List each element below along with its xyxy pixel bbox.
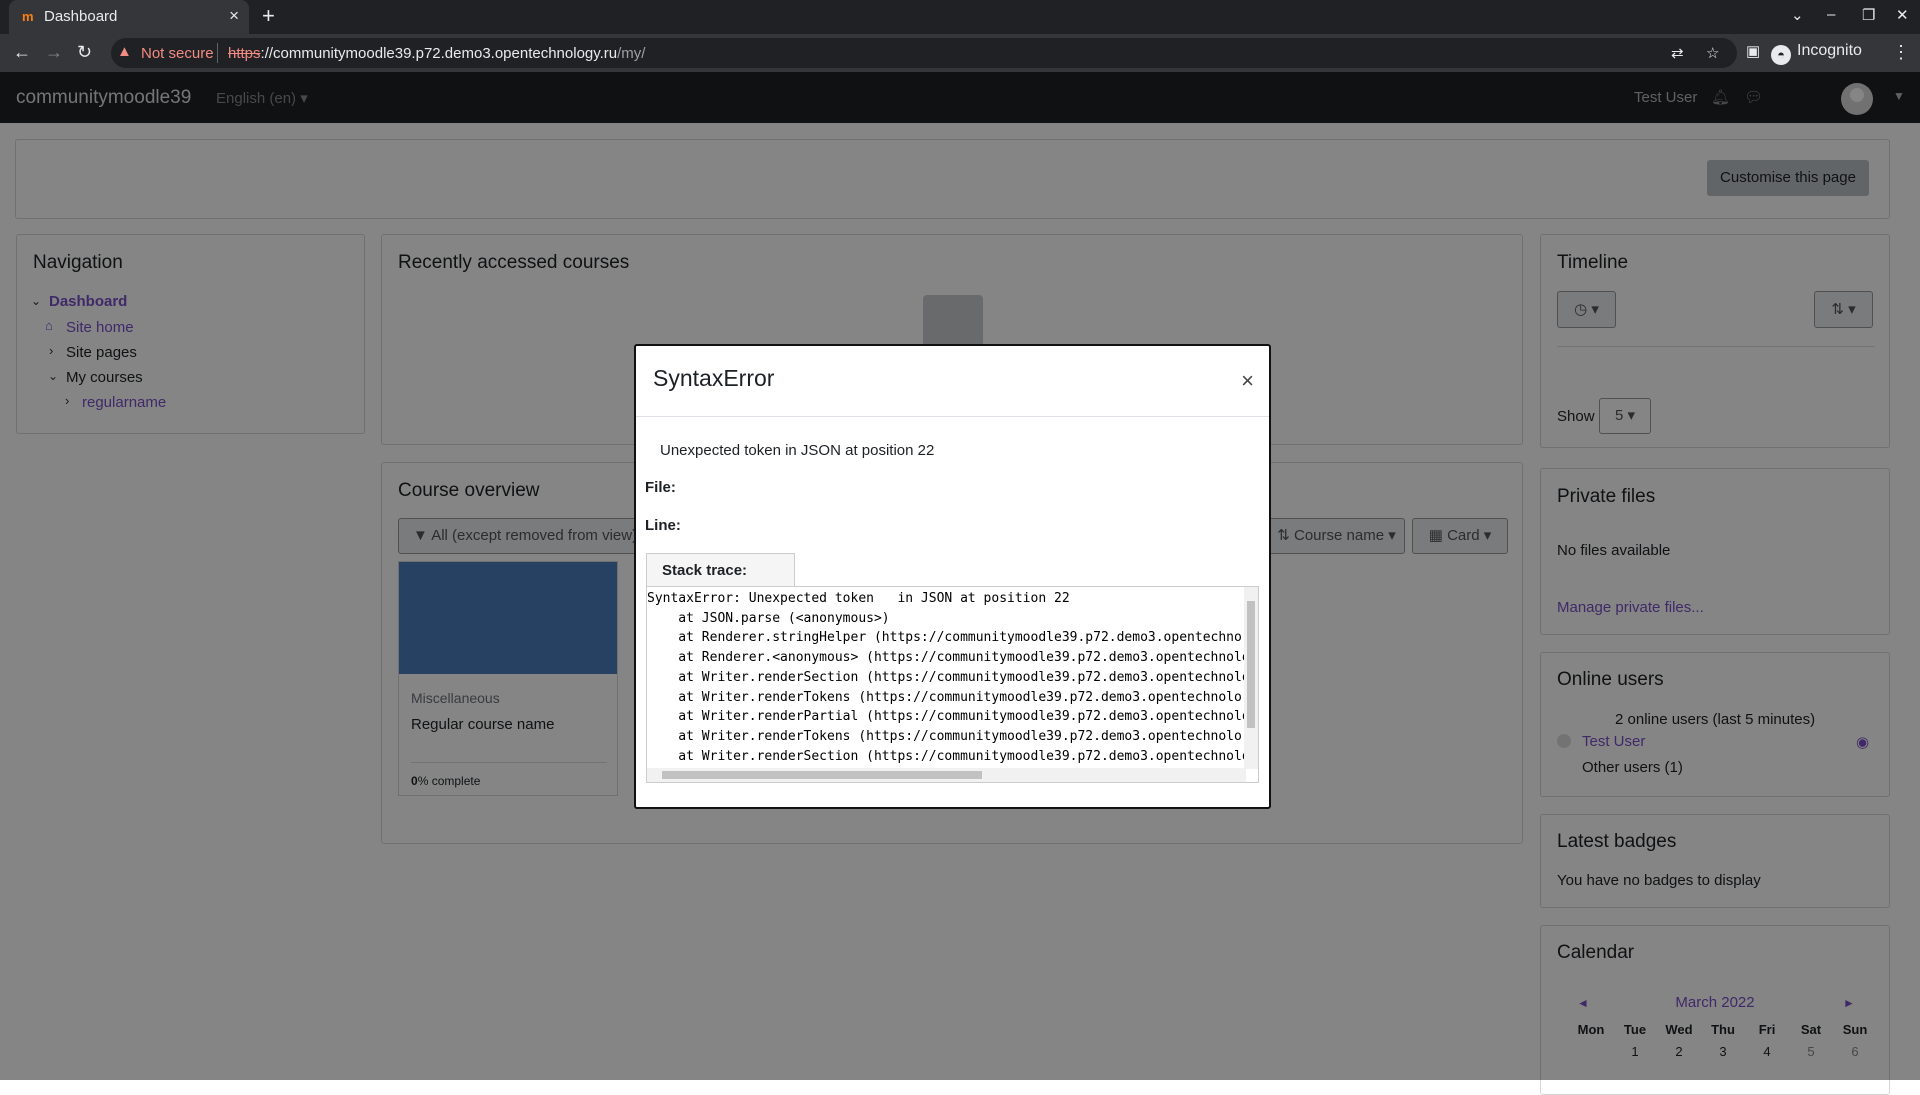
dialog-title: SyntaxError: [653, 365, 775, 391]
browser-toolbar: ← → ↻ ▲ Not secure https://communitymood…: [0, 34, 1920, 72]
stack-trace-text: SyntaxError: Unexpected token in JSON at…: [647, 589, 1250, 782]
url-scheme: https: [228, 45, 261, 62]
browser-menu-icon[interactable]: ⋮: [1892, 42, 1910, 63]
vertical-scrollbar[interactable]: [1244, 587, 1258, 769]
incognito-icon: ◓: [1771, 45, 1791, 65]
close-icon[interactable]: ×: [1241, 368, 1254, 394]
new-tab-icon[interactable]: +: [262, 3, 275, 29]
browser-tab-strip: m Dashboard × + ⌄ – ❐ ✕: [0, 0, 1920, 34]
divider: [217, 43, 218, 63]
close-window-icon[interactable]: ✕: [1896, 6, 1909, 24]
back-icon[interactable]: ←: [13, 42, 31, 63]
error-dialog: SyntaxError × Unexpected token in JSON a…: [634, 344, 1271, 809]
url-host: ://communitymoodle39.p72.demo3.opentechn…: [260, 45, 618, 62]
bookmark-star-icon[interactable]: ☆: [1706, 44, 1719, 62]
scroll-thumb[interactable]: [662, 771, 982, 779]
close-tab-icon[interactable]: ×: [229, 6, 239, 26]
stack-trace-line: at Writer.renderSection (https://communi…: [678, 748, 1250, 764]
stack-trace-line: at Writer.renderTokens (https://communit…: [678, 728, 1242, 744]
scroll-thumb[interactable]: [1247, 601, 1255, 728]
url-text[interactable]: https://communitymoodle39.p72.demo3.open…: [228, 45, 645, 62]
reload-icon[interactable]: ↻: [77, 42, 92, 63]
forward-icon[interactable]: →: [45, 42, 63, 63]
browser-tab[interactable]: m Dashboard ×: [9, 0, 249, 34]
stack-trace-line: SyntaxError: Unexpected token in JSON at…: [647, 591, 1070, 606]
horizontal-scrollbar[interactable]: [647, 768, 1246, 782]
stack-trace-box[interactable]: SyntaxError: Unexpected token in JSON at…: [646, 586, 1259, 783]
stack-trace-line: at JSON.parse (<anonymous>): [678, 610, 890, 626]
translate-icon[interactable]: ⇄: [1671, 44, 1684, 62]
restore-icon[interactable]: ❐: [1862, 6, 1875, 24]
stack-trace-label: Stack trace:: [646, 553, 795, 586]
dialog-header: SyntaxError ×: [636, 346, 1269, 417]
stack-trace-line: at Writer.renderTokens (https://communit…: [678, 689, 1242, 705]
tab-title: Dashboard: [44, 8, 118, 25]
stack-trace-line: at Writer.renderSection (https://communi…: [678, 669, 1250, 685]
line-label: Line:: [645, 517, 681, 534]
warning-icon: ▲: [117, 43, 132, 60]
incognito-indicator[interactable]: ◓ Incognito: [1771, 42, 1862, 65]
address-bar[interactable]: ▲ Not secure https://communitymoodle39.p…: [111, 38, 1737, 68]
stack-trace-line: at Writer.renderPartial (https://communi…: [678, 709, 1250, 725]
file-label: File:: [645, 479, 676, 496]
moodle-favicon-icon: m: [22, 9, 34, 24]
tab-search-icon[interactable]: ⌄: [1791, 6, 1804, 24]
stack-trace-line: at Renderer.<anonymous> (https://communi…: [678, 650, 1250, 666]
side-panel-icon[interactable]: ▣: [1746, 42, 1760, 60]
error-message: Unexpected token in JSON at position 22: [660, 442, 935, 459]
minimize-icon[interactable]: –: [1827, 6, 1835, 23]
security-label[interactable]: Not secure: [141, 45, 214, 62]
incognito-label: Incognito: [1797, 42, 1862, 59]
stack-trace-line: at Renderer.stringHelper (https://commun…: [678, 630, 1242, 646]
url-path: /my/: [617, 45, 646, 62]
